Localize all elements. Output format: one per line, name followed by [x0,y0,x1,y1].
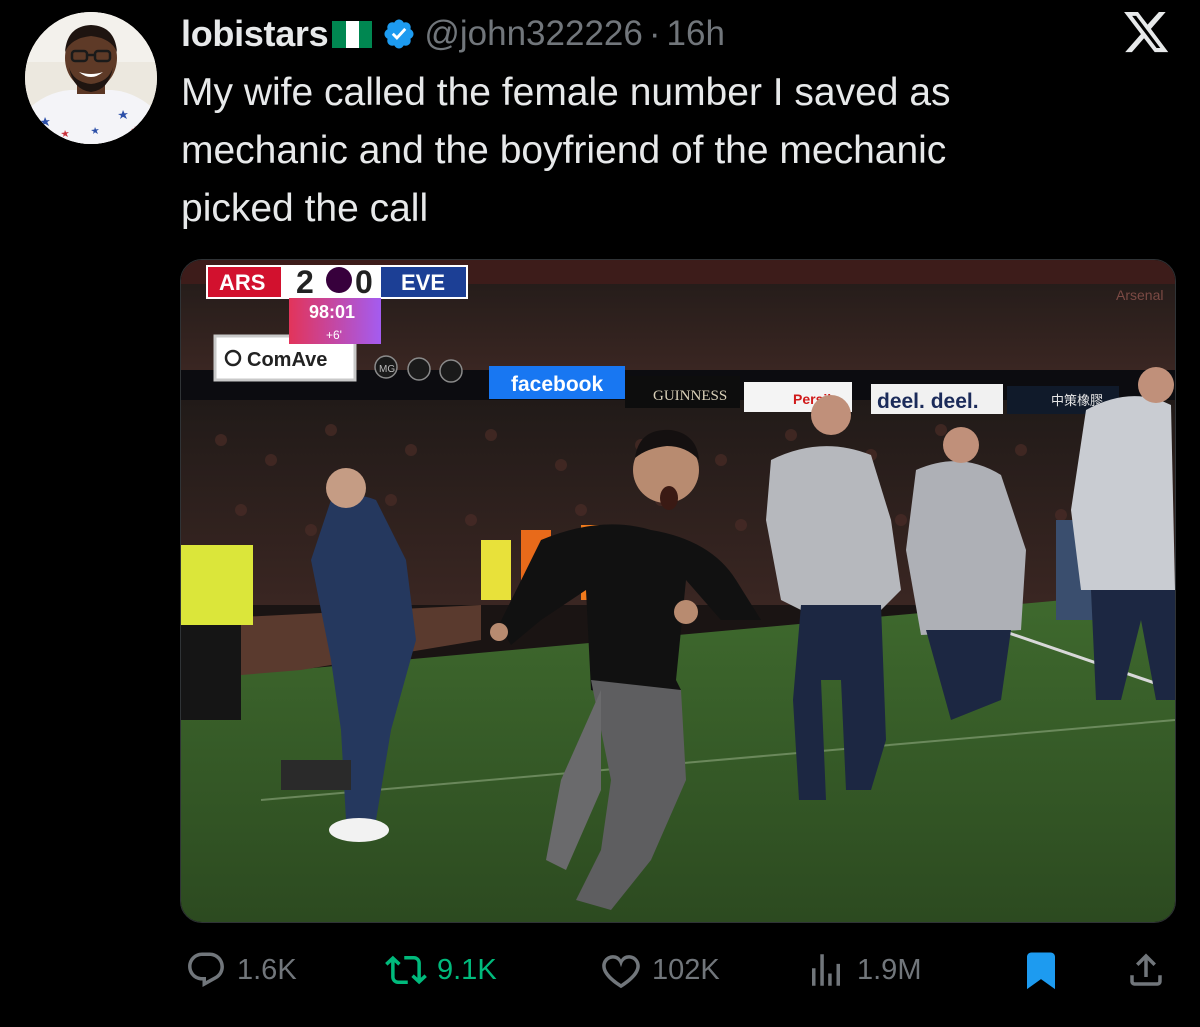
score-home: 2 [296,264,314,300]
share-icon [1130,953,1162,986]
ad-facebook: facebook [511,373,604,396]
reply-icon [188,952,224,987]
display-name[interactable]: lobistars [181,13,329,55]
nigeria-flag-icon [332,20,373,48]
views-chart-icon [812,954,840,986]
ad-comave: ComAve [247,349,327,371]
user-handle[interactable]: @john322226 [424,14,643,54]
ad-mg: MG [379,364,395,375]
separator-dot: · [648,14,661,53]
like-count: 102K [652,953,720,986]
ad-deel: deel. deel. [877,390,979,413]
reply-button[interactable]: 1.6K [185,935,297,1005]
tweet-text: My wife called the female number I saved… [181,71,951,230]
repost-icon [385,955,427,985]
tweet-media[interactable]: Arsenal ComAve MG facebook GUINNESS Pers… [180,259,1176,923]
bookmark-button[interactable] [1020,935,1062,1005]
views-button[interactable]: 1.9M [805,935,921,1005]
repost-button[interactable]: 9.1K [385,935,497,1005]
share-button[interactable] [1125,935,1167,1005]
like-button[interactable]: 102K [600,935,720,1005]
stadium-text: Arsenal [1116,287,1163,303]
timestamp[interactable]: 16h [667,14,725,54]
tweet-header: lobistars @john322226 · 16h [181,10,725,58]
ad-guinness: GUINNESS [653,388,727,404]
verified-badge-icon[interactable] [382,17,416,51]
added-time: +6' [326,328,342,342]
views-count: 1.9M [857,953,922,986]
tweet-actions: 1.6K 9.1K 102K 1.9M [0,935,1200,1005]
score-away-team: EVE [401,270,445,295]
match-clock: 98:01 [309,302,355,322]
avatar[interactable] [25,12,157,144]
repost-count: 9.1K [437,953,497,986]
score-home-team: ARS [219,270,265,295]
bookmark-icon [1027,952,1055,990]
match-photo: Arsenal ComAve MG facebook GUINNESS Pers… [181,260,1175,922]
x-logo-icon [1124,12,1169,53]
score-away: 0 [355,264,373,300]
reply-count: 1.6K [237,953,297,986]
heart-icon [602,955,640,989]
avatar-image [25,12,157,144]
